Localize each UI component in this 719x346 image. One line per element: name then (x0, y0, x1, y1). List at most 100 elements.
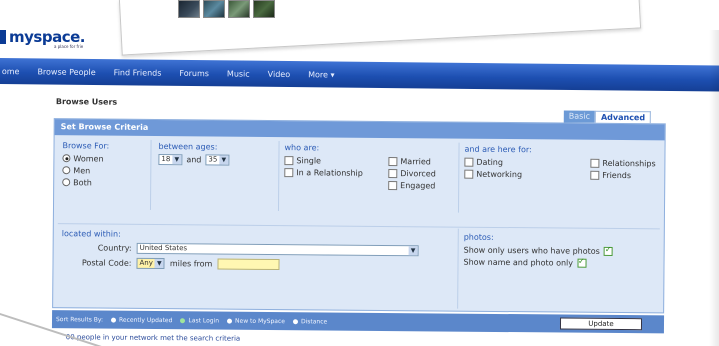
checkbox-engaged[interactable] (388, 180, 398, 190)
sort-option-recently-updated[interactable]: Recently Updated (111, 316, 172, 324)
tab-basic[interactable]: Basic (563, 110, 596, 123)
browse-for-label: Browse For: (62, 141, 110, 151)
photos-label: photos: (463, 232, 494, 242)
check-label: Married (400, 156, 431, 166)
group-divider (149, 139, 152, 210)
checkbox-married[interactable] (388, 156, 398, 166)
logo-mark-icon (0, 30, 6, 44)
dropdown-arrow-icon: ▼ (154, 258, 164, 268)
check-option-engaged[interactable]: Engaged (388, 179, 454, 192)
country-select[interactable]: United States ▼ (136, 242, 419, 256)
check-option-single[interactable]: Single (284, 154, 388, 167)
postal-code-input[interactable] (217, 258, 280, 270)
max-age-value: 35 (208, 155, 218, 164)
check-option-in-a-relationship[interactable]: In a Relationship (284, 166, 388, 179)
check-option-married[interactable]: Married (388, 155, 454, 168)
nav-item-video[interactable]: Video (268, 69, 291, 78)
check-option-divorced[interactable]: Divorced (388, 167, 454, 180)
check-option-name-and-photo[interactable]: Show name and photo only (463, 256, 659, 270)
check-option-networking[interactable]: Networking (464, 168, 590, 181)
sort-option-label: Recently Updated (119, 316, 173, 324)
check-option-dating[interactable]: Dating (464, 156, 590, 169)
checkbox-networking[interactable] (464, 169, 474, 179)
postal-row: Postal Code: Any ▼ miles from (61, 254, 451, 273)
distance-value: Any (139, 258, 153, 267)
logo-tagline: a place for frie (54, 44, 84, 49)
sort-option-new-to-myspace[interactable]: New to MySpace (227, 317, 285, 325)
country-label: Country: (97, 242, 132, 253)
check-option-friends[interactable]: Friends (590, 169, 660, 182)
radio-men[interactable] (62, 166, 71, 175)
radio-option-both[interactable]: Both (62, 176, 146, 189)
checkbox-relationships[interactable] (590, 158, 600, 168)
distance-select[interactable]: Any ▼ (136, 257, 165, 269)
thumbnail-photo[interactable] (178, 0, 200, 18)
sort-option-label: Last Login (188, 316, 220, 325)
radio-dot-icon[interactable] (180, 317, 186, 323)
sort-option-distance[interactable]: Distance (292, 318, 327, 325)
nav-item-home[interactable]: ome (2, 67, 20, 76)
group-divider (277, 141, 280, 212)
nav-item-more[interactable]: More ▾ (308, 70, 334, 79)
postal-code-label: Postal Code: (81, 257, 132, 268)
check-label: Engaged (400, 180, 436, 190)
thumbnail-photo[interactable] (203, 0, 225, 18)
sort-option-last-login[interactable]: Last Login (180, 317, 219, 324)
nav-item-music[interactable]: Music (227, 69, 250, 78)
max-age-select[interactable]: 35 ▼ (205, 153, 230, 166)
sort-option-label: New to MySpace (235, 317, 286, 325)
nav-item-find-friends[interactable]: Find Friends (114, 68, 162, 77)
check-label: Friends (602, 170, 632, 180)
radio-dot-icon[interactable] (227, 318, 233, 324)
nav-item-forums[interactable]: Forums (179, 68, 209, 77)
here-for-group: and are here for: Dating Relationships N… (464, 145, 660, 182)
check-label: Show only users who have photos (463, 245, 600, 256)
myspace-logo[interactable]: myspace. a place for frie (0, 28, 85, 50)
checkbox-name-and-photo[interactable] (576, 258, 587, 268)
photo-strip (178, 0, 275, 20)
checkbox-dating[interactable] (464, 157, 474, 167)
dropdown-arrow-icon: ▼ (219, 155, 229, 165)
check-label: Show name and photo only (463, 257, 574, 268)
tab-advanced[interactable]: Advanced (594, 110, 652, 124)
update-button[interactable]: Update (559, 317, 643, 331)
country-value: United States (139, 243, 188, 253)
radio-dot-icon[interactable] (292, 318, 298, 324)
page-edge-shadow (709, 30, 719, 346)
checkbox-friends[interactable] (590, 170, 600, 180)
radio-option-men[interactable]: Men (62, 164, 146, 177)
group-divider (457, 142, 460, 213)
thumbnail-photo[interactable] (253, 0, 275, 18)
ages-row: 18 ▼ and 35 ▼ (158, 153, 274, 166)
row-divider (57, 223, 660, 230)
radio-label: Both (73, 177, 92, 187)
location-group: located within: Country: United States ▼… (61, 229, 451, 273)
browse-for-group: Browse For: Women Men Both (62, 141, 146, 189)
radio-option-women[interactable]: Women (62, 152, 146, 165)
browse-mode-tabs: Basic Advanced (563, 110, 652, 124)
criteria-header: Set Browse Criteria (54, 119, 665, 141)
nav-item-browse-people[interactable]: Browse People (37, 67, 95, 77)
checkbox-single[interactable] (284, 155, 294, 165)
checkbox-in-a-relationship[interactable] (284, 167, 294, 177)
group-divider (457, 228, 459, 309)
who-are-label: who are: (284, 143, 320, 153)
checkbox-only-with-photos[interactable] (603, 246, 613, 256)
check-label: Divorced (400, 168, 436, 178)
check-label: Dating (476, 157, 504, 167)
photos-group: photos: Show only users who have photos … (463, 233, 659, 270)
ages-group: between ages: 18 ▼ and 35 ▼ (158, 142, 274, 166)
sort-label: Sort Results By: (55, 315, 104, 324)
radio-both[interactable] (62, 178, 71, 187)
radio-women[interactable] (62, 154, 71, 163)
min-age-select[interactable]: 18 ▼ (158, 153, 183, 165)
who-are-group: who are: Single Married In a Relationshi… (284, 143, 454, 191)
thumbnail-photo[interactable] (228, 0, 250, 18)
ages-label: between ages: (158, 142, 218, 152)
check-option-relationships[interactable]: Relationships (590, 157, 660, 170)
here-for-label: and are here for: (464, 144, 532, 155)
radio-dot-icon[interactable] (111, 317, 117, 323)
checkbox-divorced[interactable] (388, 168, 398, 178)
page-title: Browse Users (55, 97, 118, 107)
ages-and-label: and (186, 154, 202, 164)
